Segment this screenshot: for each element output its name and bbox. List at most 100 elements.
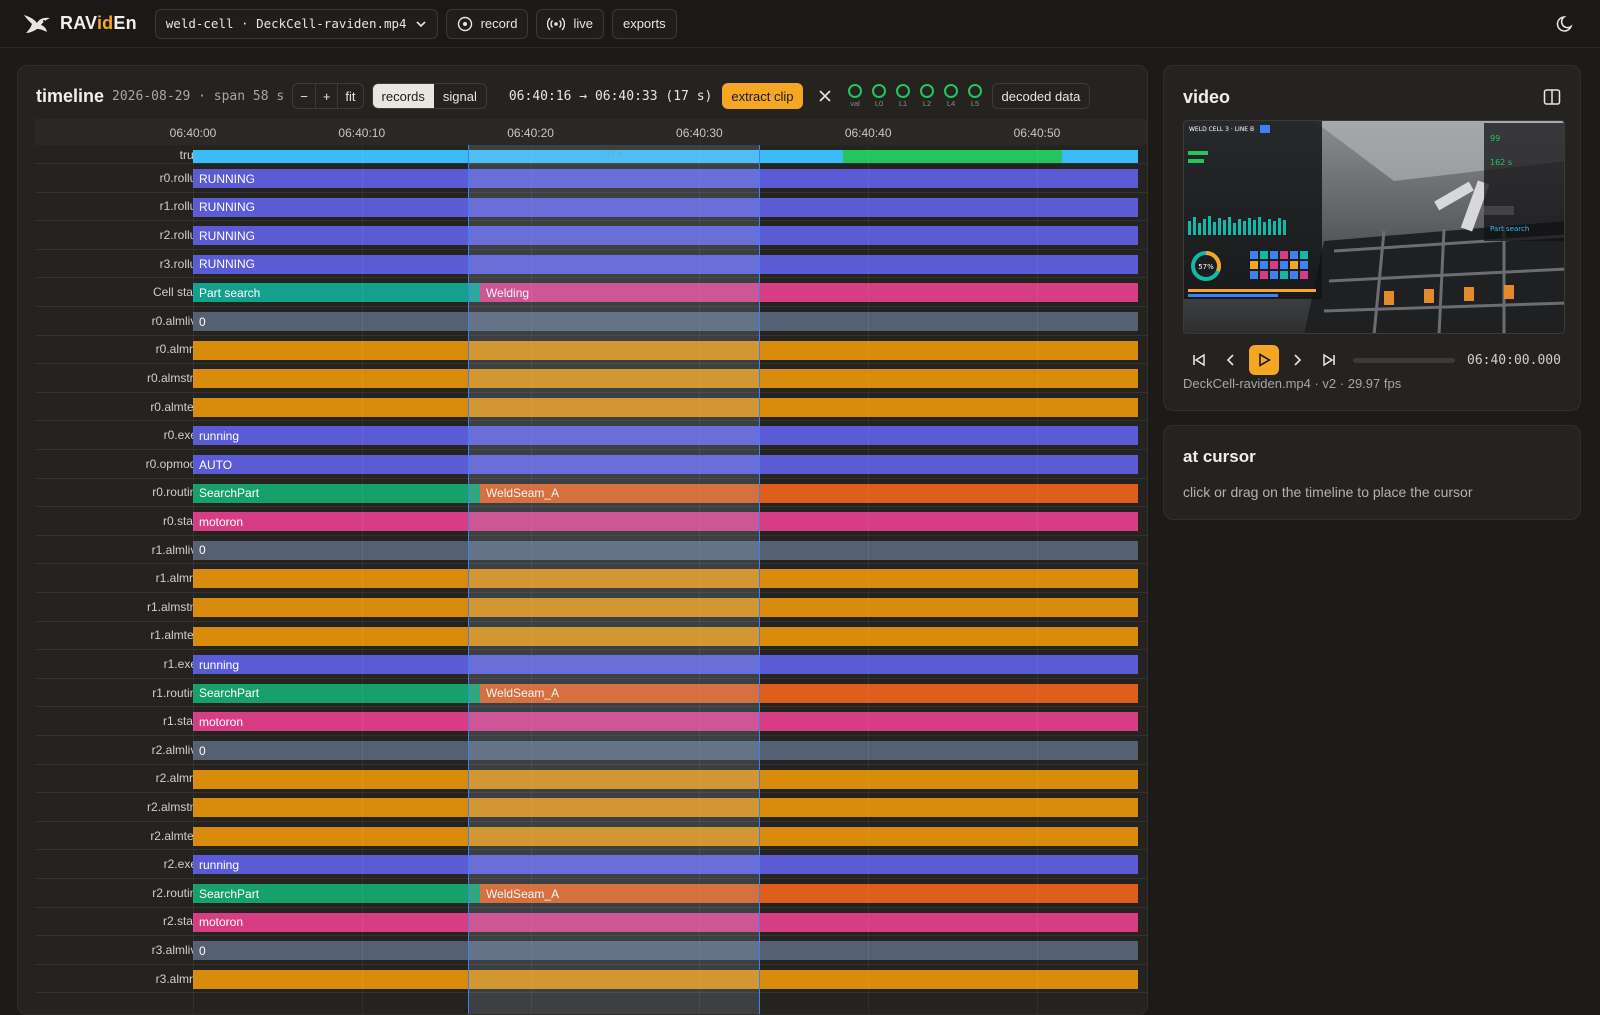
state-segment[interactable] <box>193 150 843 163</box>
timeline-row[interactable]: r3.rollup RUNNING <box>35 250 1147 279</box>
timeline-row[interactable]: r0.almlive 0 <box>35 307 1147 336</box>
timeline-row[interactable]: r0.state motoron <box>35 507 1147 536</box>
timeline-row[interactable]: trust <box>35 146 1147 164</box>
live-button[interactable]: live <box>536 8 604 39</box>
exports-button[interactable]: exports <box>611 8 677 39</box>
timeline-row[interactable]: r0.almrtn <box>35 336 1147 365</box>
state-segment[interactable]: motoron <box>193 712 1139 732</box>
video-panel: video 57% WELD CELL 3 · LINE B 99 162 s … <box>1163 65 1581 411</box>
scrubber[interactable] <box>1353 357 1455 363</box>
state-segment[interactable]: running <box>193 426 1139 446</box>
timeline-row[interactable]: r1.routine SearchPart WeldSeam_A <box>35 679 1147 708</box>
timeline-row[interactable]: r1.almtext <box>35 622 1147 651</box>
timeline-row[interactable]: r2.almlive 0 <box>35 736 1147 765</box>
zoom-out-button[interactable]: − <box>293 84 316 108</box>
video-player[interactable]: 57% WELD CELL 3 · LINE B 99 162 s Part s… <box>1183 120 1565 334</box>
state-segment[interactable] <box>842 150 1063 163</box>
state-segment[interactable]: 0 <box>193 941 1139 961</box>
tab-signal[interactable]: signal <box>434 84 486 108</box>
decoded-data-button[interactable]: decoded data <box>991 83 1091 109</box>
timeline-row[interactable]: r1.almlive 0 <box>35 536 1147 565</box>
time-axis[interactable]: 06:40:00 06:40:10 06:40:20 06:40:30 06:40:40… <box>35 119 1147 145</box>
state-segment[interactable]: 0 <box>193 741 1139 760</box>
timeline-row[interactable]: r0.almtext <box>35 393 1147 422</box>
video-meta: DeckCell-raviden.mp4 · v2 · 29.97 fps <box>1183 376 1402 391</box>
health-indicators: val L0 L1 L2 L4 L5 <box>847 84 984 108</box>
file-select[interactable]: weld-cell · DeckCell-raviden.mp4 <box>154 8 438 39</box>
brand-logo[interactable]: RAVidEn <box>22 11 137 37</box>
state-segment[interactable]: SearchPart <box>193 683 480 703</box>
state-segment[interactable] <box>193 798 1139 818</box>
state-segment[interactable] <box>193 769 1139 789</box>
at-cursor-panel: at cursor click or drag on the timeline … <box>1163 425 1581 520</box>
timeline-row[interactable]: r2.almstmt <box>35 793 1147 822</box>
state-segment[interactable]: RUNNING <box>193 197 1139 217</box>
fit-button[interactable]: fit <box>338 84 362 108</box>
timeline-row[interactable]: r2.exec running <box>35 850 1147 879</box>
state-segment[interactable] <box>193 369 1139 389</box>
timeline-row[interactable]: r0.almstmt <box>35 364 1147 393</box>
state-segment[interactable] <box>1062 150 1139 163</box>
tab-records[interactable]: records <box>372 84 434 108</box>
status-ok-icon <box>944 84 958 98</box>
timeline-row[interactable]: r2.almtext <box>35 822 1147 851</box>
state-segment[interactable]: SearchPart <box>193 884 480 903</box>
state-segment[interactable] <box>193 569 1139 589</box>
timeline-row[interactable]: r0.exec running <box>35 421 1147 450</box>
time-tick-label: 06:40:10 <box>338 126 386 140</box>
timeline-row[interactable]: r1.state motoron <box>35 707 1147 736</box>
state-segment[interactable]: RUNNING <box>193 226 1139 246</box>
timeline-row[interactable]: r0.opmode AUTO <box>35 450 1147 479</box>
timeline-row[interactable]: r2.routine SearchPart WeldSeam_A <box>35 879 1147 908</box>
state-segment[interactable] <box>193 969 1139 989</box>
state-segment[interactable]: AUTO <box>193 455 1139 474</box>
state-segment[interactable]: WeldSeam_A <box>479 884 1139 903</box>
state-segment[interactable] <box>193 397 1139 417</box>
step-forward-button[interactable] <box>1281 344 1313 376</box>
state-segment[interactable] <box>193 826 1139 846</box>
timeline-row[interactable]: r1.rollup RUNNING <box>35 193 1147 222</box>
timeline-row[interactable]: r1.almstmt <box>35 593 1147 622</box>
state-segment[interactable]: motoron <box>193 512 1139 532</box>
timeline-row[interactable]: r1.almrtn <box>35 564 1147 593</box>
record-button[interactable]: record <box>445 8 529 39</box>
timeline-row[interactable]: Cell state Part search Welding <box>35 278 1147 307</box>
timeline-row[interactable]: r2.almrtn <box>35 765 1147 794</box>
timeline-row[interactable]: r0.rollup RUNNING <box>35 164 1147 193</box>
timeline-row[interactable]: r2.state motoron <box>35 908 1147 937</box>
health-indicator: val <box>847 84 864 108</box>
timeline-row[interactable]: r0.routine SearchPart WeldSeam_A <box>35 479 1147 508</box>
state-segment[interactable] <box>193 340 1139 360</box>
skip-to-end-button[interactable] <box>1313 344 1345 376</box>
step-back-button[interactable] <box>1215 344 1247 376</box>
skip-to-start-button[interactable] <box>1183 344 1215 376</box>
extract-clip-button[interactable]: extract clip <box>722 83 803 109</box>
state-segment[interactable]: Part search <box>193 283 480 303</box>
state-segment[interactable]: WeldSeam_A <box>479 483 1139 503</box>
timeline-row[interactable]: r3.almlive 0 <box>35 936 1147 965</box>
state-segment[interactable]: running <box>193 855 1139 875</box>
state-segment[interactable] <box>193 626 1139 646</box>
state-segment[interactable]: RUNNING <box>193 169 1139 188</box>
state-segment[interactable] <box>193 598 1139 617</box>
timeline-row[interactable]: r1.exec running <box>35 650 1147 679</box>
clear-selection-button[interactable] <box>815 86 835 106</box>
state-segment[interactable]: Welding <box>479 283 1139 303</box>
timeline-canvas[interactable]: 06:40:00 06:40:10 06:40:20 06:40:30 06:40:40… <box>35 119 1147 1014</box>
state-segment[interactable]: RUNNING <box>193 254 1139 274</box>
state-segment[interactable]: 0 <box>193 540 1139 560</box>
state-segment[interactable]: running <box>193 655 1139 675</box>
moon-icon[interactable] <box>1556 14 1576 34</box>
timecode: 06:40:00.000 <box>1467 352 1561 368</box>
timeline-row[interactable]: r2.rollup RUNNING <box>35 221 1147 250</box>
timeline-panel: timeline 2026-08-29 · span 58 s − + fit … <box>17 65 1148 1015</box>
svg-text:Part search: Part search <box>1490 225 1529 233</box>
timeline-row[interactable]: r3.almrtn <box>35 965 1147 994</box>
state-segment[interactable]: 0 <box>193 312 1139 331</box>
play-button[interactable] <box>1249 345 1279 375</box>
state-segment[interactable]: WeldSeam_A <box>479 683 1139 703</box>
split-layout-icon[interactable] <box>1543 88 1561 106</box>
state-segment[interactable]: motoron <box>193 912 1139 932</box>
state-segment[interactable]: SearchPart <box>193 483 480 503</box>
zoom-in-button[interactable]: + <box>316 84 339 108</box>
